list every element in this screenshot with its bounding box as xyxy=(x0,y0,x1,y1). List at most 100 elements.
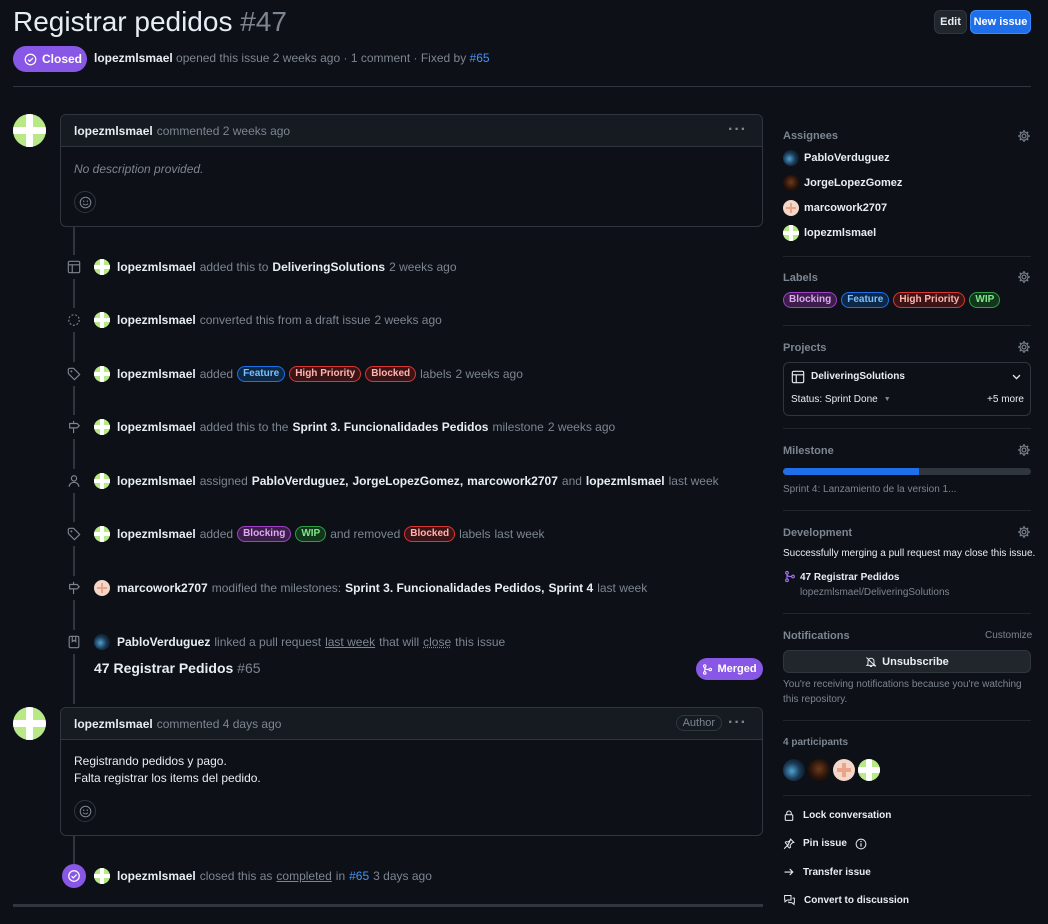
assignee-item[interactable]: JorgeLopezGomez xyxy=(783,174,902,192)
assignee-link[interactable]: PabloVerduguez, xyxy=(252,474,349,488)
assignee-name[interactable]: marcowork2707 xyxy=(804,202,887,214)
event-user[interactable]: lopezmlsmael xyxy=(117,420,196,434)
pull-request-link[interactable]: 47 Registrar Pedidos #65 xyxy=(94,660,261,676)
gear-icon[interactable] xyxy=(1017,443,1031,457)
assignee-name[interactable]: JorgeLopezGomez xyxy=(804,177,902,189)
event-time[interactable]: last week xyxy=(325,635,375,649)
assignee-link[interactable]: marcowork2707 xyxy=(467,474,558,488)
assignee-name[interactable]: lopezmlsmael xyxy=(804,227,876,239)
avatar[interactable] xyxy=(858,759,880,781)
event-user[interactable]: lopezmlsmael xyxy=(117,869,196,883)
avatar[interactable] xyxy=(94,259,110,275)
event-user[interactable]: lopezmlsmael xyxy=(117,474,196,488)
lock-conversation-button[interactable]: Lock conversation xyxy=(783,809,891,822)
event-time[interactable]: 2 weeks ago xyxy=(548,420,615,434)
assignee-item[interactable]: marcowork2707 xyxy=(783,199,887,217)
issue-author[interactable]: lopezmlsmael xyxy=(94,51,173,65)
event-user[interactable]: lopezmlsmael xyxy=(117,260,196,274)
unsubscribe-button[interactable]: Unsubscribe xyxy=(783,650,1031,673)
smiley-icon[interactable] xyxy=(74,800,96,822)
assignee-item[interactable]: PabloVerduguez xyxy=(783,149,890,167)
close-reason[interactable]: completed xyxy=(276,869,331,883)
event-time[interactable]: last week xyxy=(597,581,647,595)
label-wip[interactable]: WIP xyxy=(295,526,327,542)
label-blocking[interactable]: Blocking xyxy=(237,526,292,542)
event-user[interactable]: lopezmlsmael xyxy=(117,527,196,541)
event-user[interactable]: lopezmlsmael xyxy=(117,313,196,327)
label-blocked[interactable]: Blocked xyxy=(404,526,456,542)
avatar[interactable] xyxy=(94,419,110,435)
fixed-by-link[interactable]: #65 xyxy=(470,51,490,65)
gear-icon[interactable] xyxy=(1017,129,1031,143)
avatar[interactable] xyxy=(13,114,46,147)
close-keyword[interactable]: close xyxy=(423,635,451,649)
milestone-name[interactable]: Sprint 4: Lanzamiento de la version 1... xyxy=(783,484,956,495)
avatar[interactable] xyxy=(94,366,110,382)
chevron-down-icon[interactable] xyxy=(1011,371,1022,382)
event-time[interactable]: 2 weeks ago xyxy=(455,367,522,381)
avatar[interactable] xyxy=(94,868,110,884)
gear-icon[interactable] xyxy=(1017,525,1031,539)
pin-issue-button[interactable]: Pin issue xyxy=(783,837,867,850)
gear-icon[interactable] xyxy=(1017,340,1031,354)
kebab-menu-icon[interactable]: ··· xyxy=(728,714,747,732)
event-time[interactable]: last week xyxy=(495,527,545,541)
assignee-link[interactable]: lopezmlsmael xyxy=(586,474,665,488)
project-card[interactable]: DeliveringSolutions Status: Sprint Done … xyxy=(783,362,1031,416)
action-label: Convert to discussion xyxy=(804,894,910,906)
edit-button[interactable]: Edit xyxy=(934,10,967,34)
new-issue-button[interactable]: New issue xyxy=(970,10,1031,34)
milestone-link[interactable]: Sprint 3. Funcionalidades Pedidos xyxy=(292,420,488,434)
project-status-select[interactable]: Status: Sprint Done ▼ xyxy=(791,394,891,405)
notification-note: You're receiving notifications because y… xyxy=(783,679,1022,690)
label-high-priority[interactable]: High Priority xyxy=(893,292,966,308)
customize-link[interactable]: Customize xyxy=(985,630,1032,641)
label-feature[interactable]: Feature xyxy=(841,292,890,308)
avatar[interactable] xyxy=(13,707,46,740)
kebab-menu-icon[interactable]: ··· xyxy=(728,121,747,139)
event-time[interactable]: 2 weeks ago xyxy=(389,260,456,274)
comment-author[interactable]: lopezmlsmael xyxy=(74,124,153,138)
gear-icon[interactable] xyxy=(1017,270,1031,284)
event-time[interactable]: 3 days ago xyxy=(373,869,432,883)
avatar[interactable] xyxy=(833,759,855,781)
avatar[interactable] xyxy=(94,473,110,489)
smiley-icon[interactable] xyxy=(74,191,96,213)
pr-title[interactable]: 47 Registrar Pedidos xyxy=(94,660,233,676)
comment-box: lopezmlsmael commented 4 days ago Author… xyxy=(60,707,763,836)
assignee-item[interactable]: lopezmlsmael xyxy=(783,224,876,242)
project-name[interactable]: DeliveringSolutions xyxy=(811,371,905,382)
event-text: closed this as xyxy=(199,869,273,883)
avatar[interactable] xyxy=(94,526,110,542)
event-text: this issue xyxy=(455,635,506,649)
label-high-priority[interactable]: High Priority xyxy=(289,366,362,382)
label-blocked[interactable]: Blocked xyxy=(365,366,417,382)
label-feature[interactable]: Feature xyxy=(237,366,286,382)
event-user[interactable]: marcowork2707 xyxy=(117,581,208,595)
label-wip[interactable]: WIP xyxy=(969,292,1001,308)
info-icon[interactable] xyxy=(855,838,867,850)
milestone-link[interactable]: Sprint 3. Funcionalidades Pedidos, xyxy=(345,581,544,595)
avatar[interactable] xyxy=(783,759,805,781)
label-blocking[interactable]: Blocking xyxy=(783,292,838,308)
more-fields-link[interactable]: +5 more xyxy=(987,394,1024,405)
transfer-issue-button[interactable]: Transfer issue xyxy=(783,866,871,878)
assignee-link[interactable]: JorgeLopezGomez, xyxy=(352,474,463,488)
pr-link[interactable]: #65 xyxy=(349,869,369,883)
convert-to-discussion-button[interactable]: Convert to discussion xyxy=(783,894,909,906)
avatar[interactable] xyxy=(808,759,830,781)
avatar[interactable] xyxy=(94,312,110,328)
event-user[interactable]: PabloVerduguez xyxy=(117,635,210,649)
projects-heading: Projects xyxy=(783,342,827,354)
assignee-name[interactable]: PabloVerduguez xyxy=(804,152,890,164)
avatar[interactable] xyxy=(94,634,110,650)
avatar[interactable] xyxy=(94,580,110,596)
linked-pr-link[interactable]: 47 Registrar Pedidos xyxy=(800,572,899,583)
event-user[interactable]: lopezmlsmael xyxy=(117,367,196,381)
sidebar-divider xyxy=(783,795,1031,796)
project-link[interactable]: DeliveringSolutions xyxy=(272,260,385,274)
milestone-link[interactable]: Sprint 4 xyxy=(549,581,594,595)
event-time[interactable]: last week xyxy=(669,474,719,488)
event-time[interactable]: 2 weeks ago xyxy=(374,313,441,327)
comment-author[interactable]: lopezmlsmael xyxy=(74,717,153,731)
